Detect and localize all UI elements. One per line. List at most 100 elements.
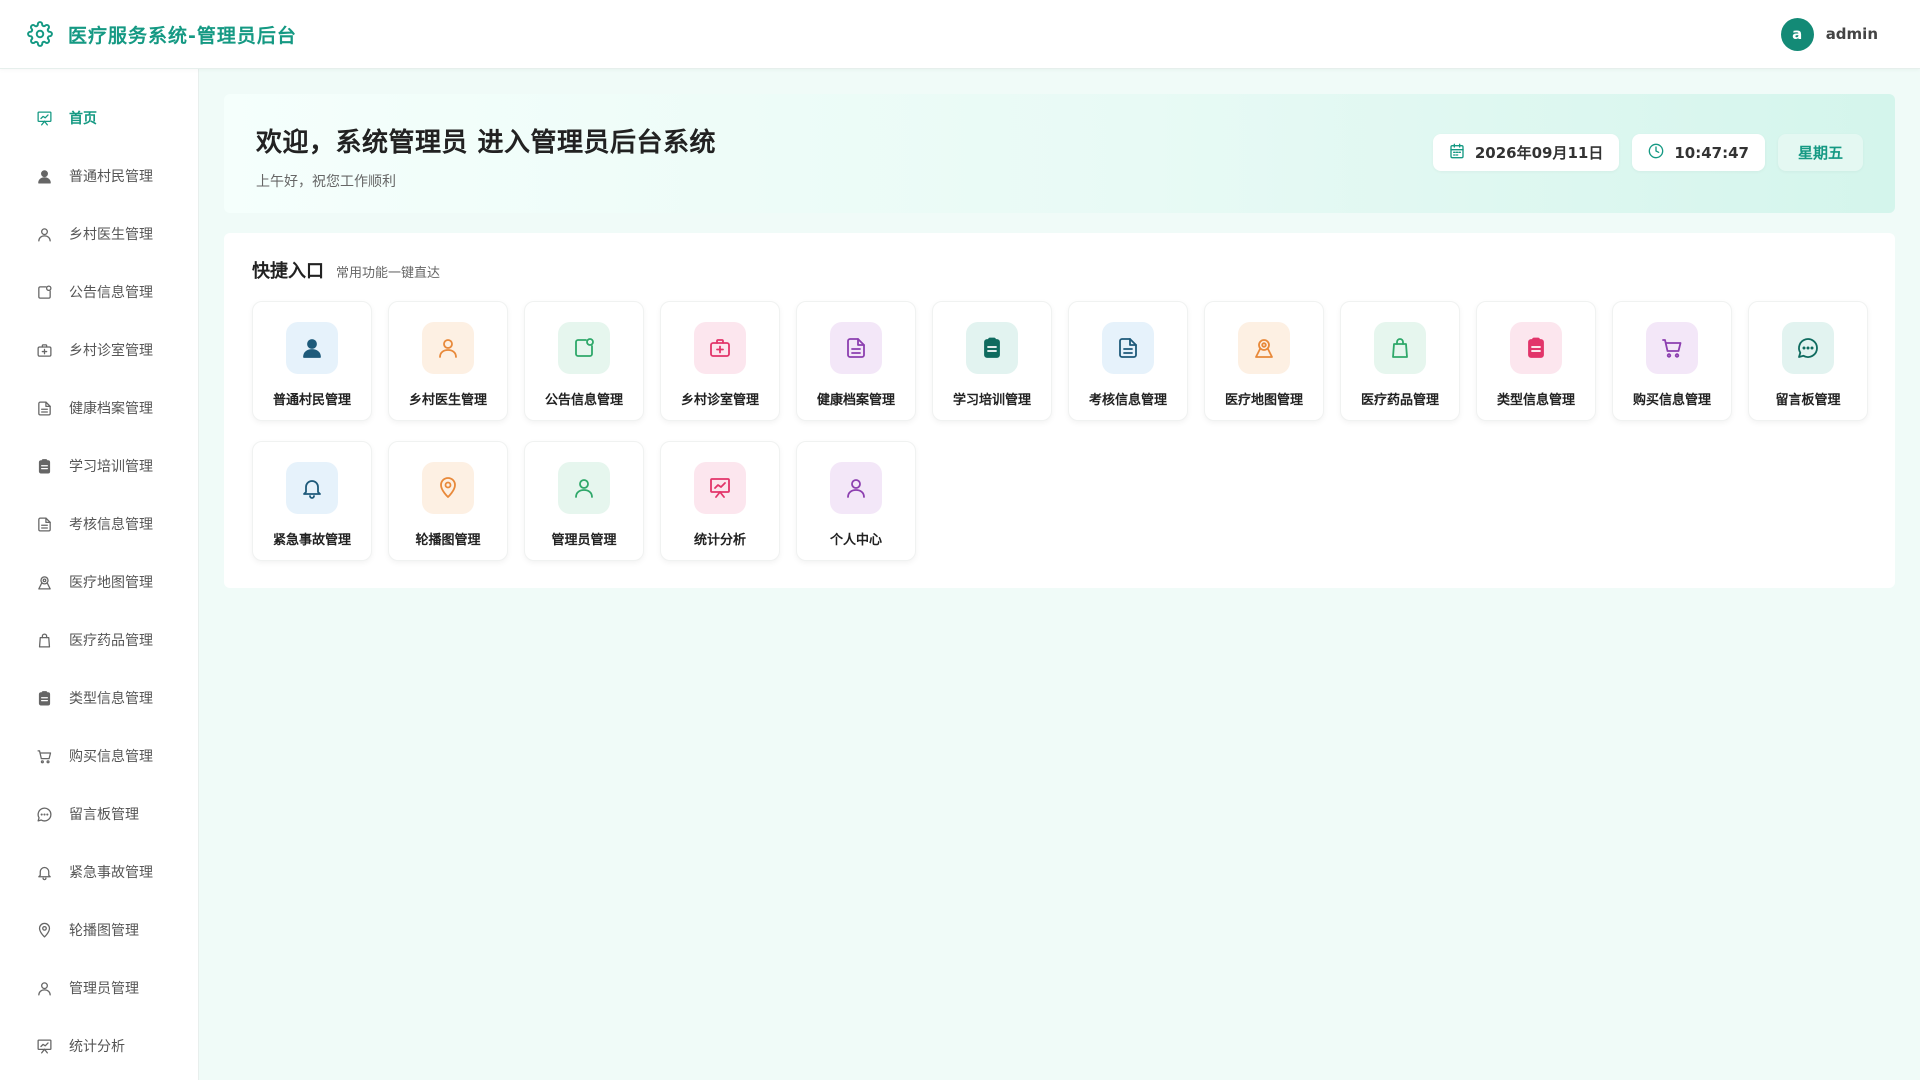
document-icon	[830, 322, 882, 374]
clipboard-icon	[35, 457, 53, 475]
sidebar-item-label: 普通村民管理	[69, 169, 153, 185]
date-time-group: 2026年09月11日 10:47:47 星期五	[1432, 134, 1863, 171]
user-menu[interactable]: a admin	[1780, 17, 1894, 51]
clipboard-icon	[1510, 322, 1562, 374]
location-icon	[422, 462, 474, 514]
date-text: 2026年09月11日	[1474, 144, 1604, 162]
top-header: 医疗服务系统-管理员后台 a admin	[0, 0, 1920, 69]
weekday-pill: 星期五	[1777, 134, 1863, 171]
sidebar-item[interactable]: 公告信息管理	[0, 263, 198, 321]
brand: 医疗服务系统-管理员后台	[26, 20, 297, 48]
sidebar-item-label: 管理员管理	[69, 981, 139, 997]
sidebar-item[interactable]: 紧急事故管理	[0, 843, 198, 901]
calendar-icon	[1449, 143, 1465, 163]
sidebar-item[interactable]: 乡村医生管理	[0, 205, 198, 263]
quick-entry-tile[interactable]: 统计分析	[660, 441, 780, 561]
sidebar-item[interactable]: 学习培训管理	[0, 437, 198, 495]
bag-icon	[35, 631, 53, 649]
clipboard-icon	[966, 322, 1018, 374]
sidebar-item[interactable]: 统计分析	[0, 1017, 198, 1075]
sidebar-item[interactable]: 医疗地图管理	[0, 553, 198, 611]
quick-entry-label: 紧急事故管理	[272, 533, 351, 548]
quick-entry-tile[interactable]: 紧急事故管理	[252, 441, 372, 561]
sidebar-item[interactable]: 类型信息管理	[0, 669, 198, 727]
sidebar-item-label: 统计分析	[69, 1039, 125, 1055]
location-icon	[35, 921, 53, 939]
sidebar-item[interactable]: 轮播图管理	[0, 901, 198, 959]
chart-board-icon	[694, 462, 746, 514]
quick-entry-tile[interactable]: 留言板管理	[1748, 301, 1868, 421]
quick-entry-label: 管理员管理	[551, 533, 617, 548]
bell-icon	[35, 863, 53, 881]
sidebar-item-label: 公告信息管理	[69, 285, 153, 301]
avatar[interactable]: a	[1780, 17, 1814, 51]
quick-entry-label: 公告信息管理	[544, 393, 623, 408]
quick-entry-tile[interactable]: 乡村医生管理	[388, 301, 508, 421]
user-outline-icon	[422, 322, 474, 374]
quick-entry-label: 留言板管理	[1775, 393, 1841, 408]
quick-entry-tile[interactable]: 类型信息管理	[1476, 301, 1596, 421]
sidebar-item[interactable]: 医疗药品管理	[0, 611, 198, 669]
user-outline-icon	[830, 462, 882, 514]
sidebar-item-label: 学习培训管理	[69, 459, 153, 475]
quick-entry-label: 个人中心	[829, 533, 882, 548]
gear-icon	[26, 20, 54, 48]
sidebar-item-label: 紧急事故管理	[69, 865, 153, 881]
user-filled-icon	[35, 167, 53, 185]
quick-entry-panel: 快捷入口 常用功能一键直达 普通村民管理 乡村医生管理 公告信息管理 乡村诊室管理 健康…	[224, 233, 1895, 588]
welcome-banner: 欢迎，系统管理员 进入管理员后台系统 上午好，祝您工作顺利 2026年09月11…	[224, 94, 1895, 213]
sidebar-item-label: 留言板管理	[69, 807, 139, 823]
quick-entry-label: 统计分析	[693, 533, 746, 548]
sidebar-item-label: 乡村诊室管理	[69, 343, 153, 359]
quick-entry-tile[interactable]: 轮播图管理	[388, 441, 508, 561]
sidebar-item-label: 首页	[69, 111, 97, 127]
sidebar-item[interactable]: 管理员管理	[0, 959, 198, 1017]
quick-entry-tile[interactable]: 乡村诊室管理	[660, 301, 780, 421]
clipboard-icon	[35, 689, 53, 707]
document-icon	[35, 399, 53, 417]
quick-entry-label: 医疗地图管理	[1224, 393, 1303, 408]
quick-entry-tile[interactable]: 管理员管理	[524, 441, 644, 561]
quick-entry-tile[interactable]: 购买信息管理	[1612, 301, 1732, 421]
quick-entry-subtitle: 常用功能一键直达	[336, 266, 441, 281]
quick-entry-header: 快捷入口 常用功能一键直达	[252, 257, 1867, 283]
user-outline-icon	[35, 225, 53, 243]
medical-box-icon	[694, 322, 746, 374]
quick-entry-tile[interactable]: 健康档案管理	[796, 301, 916, 421]
quick-entry-label: 普通村民管理	[272, 393, 351, 408]
sidebar-item[interactable]: 乡村诊室管理	[0, 321, 198, 379]
sidebar-item[interactable]: 健康档案管理	[0, 379, 198, 437]
quick-entry-tile[interactable]: 公告信息管理	[524, 301, 644, 421]
chart-board-icon	[35, 1037, 53, 1055]
sidebar: 首页普通村民管理 乡村医生管理 公告信息管理 乡村诊室管理健康档案管理学习培训管理考核…	[0, 69, 199, 1080]
quick-entry-tile[interactable]: 个人中心	[796, 441, 916, 561]
medical-box-icon	[35, 341, 53, 359]
quick-entry-label: 类型信息管理	[1496, 393, 1575, 408]
clock-icon	[1648, 143, 1664, 163]
sidebar-item[interactable]: 购买信息管理	[0, 727, 198, 785]
quick-entry-label: 考核信息管理	[1088, 393, 1167, 408]
quick-entry-tile[interactable]: 考核信息管理	[1068, 301, 1188, 421]
sidebar-item-label: 医疗地图管理	[69, 575, 153, 591]
chart-board-icon	[35, 109, 53, 127]
sidebar-item[interactable]: 普通村民管理	[0, 147, 198, 205]
quick-entry-tile[interactable]: 普通村民管理	[252, 301, 372, 421]
quick-entry-label: 购买信息管理	[1632, 393, 1711, 408]
quick-entry-tile[interactable]: 医疗药品管理	[1340, 301, 1460, 421]
sidebar-item[interactable]: 考核信息管理	[0, 495, 198, 553]
username[interactable]: admin	[1826, 25, 1878, 43]
sidebar-item-label: 购买信息管理	[69, 749, 153, 765]
sidebar-item[interactable]: 留言板管理	[0, 785, 198, 843]
document-icon	[1102, 322, 1154, 374]
sidebar-item-label: 乡村医生管理	[69, 227, 153, 243]
time-text: 10:47:47	[1674, 143, 1749, 162]
quick-entry-tile[interactable]: 学习培训管理	[932, 301, 1052, 421]
cart-icon	[1646, 322, 1698, 374]
sidebar-item[interactable]: 首页	[0, 89, 198, 147]
quick-entry-grid: 普通村民管理 乡村医生管理 公告信息管理 乡村诊室管理 健康档案管理 学习培训管理 考核信息…	[252, 301, 1868, 561]
quick-entry-tile[interactable]: 医疗地图管理	[1204, 301, 1324, 421]
user-outline-icon	[35, 979, 53, 997]
quick-entry-label: 乡村医生管理	[408, 393, 487, 408]
chat-icon	[1782, 322, 1834, 374]
map-pin-icon	[35, 573, 53, 591]
